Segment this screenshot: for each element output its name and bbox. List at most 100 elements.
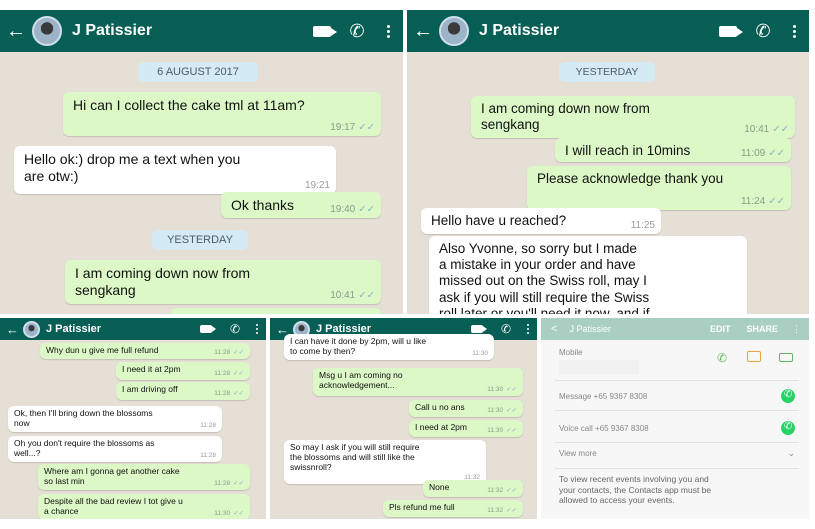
outgoing-message[interactable]: I am coming down now from sengkang 10:41 ✓… (471, 96, 795, 138)
outgoing-message[interactable]: Hi can I collect the cake tml at 11am? 19… (63, 92, 381, 136)
video-call-icon[interactable] (309, 25, 341, 37)
date-separator: YESTERDAY (152, 230, 248, 250)
message-time: 11:30 (472, 350, 488, 357)
incoming-message[interactable]: Hello ok:) drop me a text when you are o… (14, 146, 336, 194)
read-ticks-icon: ✓✓ (233, 480, 244, 487)
phone-icon[interactable]: ✆ (493, 322, 519, 336)
outgoing-message[interactable]: Why dun u give me full refund 11:28 ✓✓ (40, 343, 250, 359)
phone-icon[interactable]: ✆ (717, 351, 727, 365)
message-text: Also Yvonne, so sorry but I made a mista… (439, 241, 650, 314)
message-time: 11:30 ✓✓ (214, 510, 244, 517)
avatar[interactable] (439, 16, 469, 46)
share-button[interactable]: SHARE (746, 324, 778, 334)
read-ticks-icon: ✓✓ (506, 386, 517, 393)
voice-call-label: Voice call +65 9367 8308 (559, 423, 649, 433)
contact-name[interactable]: J Patissier (479, 22, 715, 40)
outgoing-message[interactable]: None 11:32 ✓✓ (423, 480, 523, 497)
message-list: I can have it done by 2pm, will u like t… (270, 334, 537, 519)
whatsapp-icon[interactable] (781, 421, 795, 435)
contact-name[interactable]: J Patissier (72, 22, 309, 40)
events-notice: To view recent events involving you and … (559, 474, 712, 506)
avatar[interactable] (23, 320, 40, 338)
outgoing-message[interactable]: I need it at 2pm 11:28 ✓✓ (116, 362, 250, 380)
phone-icon[interactable]: ✆ (747, 21, 779, 42)
read-ticks-icon: ✓✓ (506, 487, 517, 494)
outgoing-message[interactable]: Where am I gonna get another cake so las… (38, 464, 250, 490)
menu-dots-icon[interactable] (373, 24, 403, 38)
outgoing-message[interactable]: Please acknowledge thank you 11:24 ✓✓ (527, 166, 791, 210)
whatsapp-message-row[interactable]: Message +65 9367 8308 (559, 386, 795, 406)
incoming-message[interactable]: So may I ask if you will still require t… (284, 440, 486, 484)
chat-panel-4: ← J Patissier ✆ I can have it done by 2p… (270, 318, 537, 519)
message-text: Oh you don't require the blossoms as wel… (14, 438, 155, 459)
video-call-icon[interactable] (467, 325, 493, 333)
message-time: 11:28 ✓✓ (214, 370, 244, 377)
video-call-icon[interactable] (779, 353, 793, 362)
menu-dots-icon[interactable]: ⋮ (792, 324, 801, 335)
read-ticks-icon: ✓✓ (233, 370, 244, 377)
contact-header: < J Patissier EDIT SHARE ⋮ (541, 318, 809, 340)
outgoing-message[interactable]: Pls refund me full 11:32 ✓✓ (383, 500, 523, 517)
menu-dots-icon[interactable] (519, 324, 537, 334)
menu-dots-icon[interactable] (779, 24, 809, 38)
message-time: 19:40 ✓✓ (330, 204, 375, 215)
message-icon[interactable] (747, 351, 761, 362)
chevron-down-icon[interactable]: ⌄ (787, 448, 795, 459)
menu-dots-icon[interactable] (248, 324, 266, 334)
outgoing-message[interactable]: I am coming down now from sengkang 10:41 ✓… (65, 260, 381, 304)
message-time: 19:17 ✓✓ (330, 122, 375, 133)
incoming-message[interactable]: Also Yvonne, so sorry but I made a mista… (429, 236, 747, 314)
message-text: Hi can I collect the cake tml at 11am? (73, 97, 305, 113)
outgoing-message[interactable]: I need at 2pm 11:30 ✓✓ (409, 420, 523, 437)
divider (555, 442, 799, 443)
message-text: I can have it done by 2pm, will u like t… (290, 336, 427, 357)
message-text: Hello ok:) drop me a text when you are o… (24, 151, 241, 184)
message-time: 11:09 ✓✓ (740, 148, 785, 159)
message-text: Please acknowledge thank you (537, 171, 724, 186)
date-separator: YESTERDAY (559, 62, 655, 82)
outgoing-message[interactable]: I am driving off 11:28 ✓✓ (116, 382, 250, 400)
back-arrow-icon[interactable]: ← (6, 20, 26, 43)
read-ticks-icon: ✓✓ (233, 390, 244, 397)
outgoing-message[interactable]: Msg u I am coming no acknowledgement... 1… (313, 368, 523, 396)
whatsapp-voice-row[interactable]: Voice call +65 9367 8308 (559, 418, 795, 438)
message-time: 11:28 ✓✓ (214, 480, 244, 487)
incoming-message[interactable]: Oh you don't require the blossoms as wel… (8, 436, 222, 462)
read-ticks-icon: ✓✓ (506, 427, 517, 434)
video-call-icon[interactable] (715, 25, 747, 37)
date-separator: 6 AUGUST 2017 (138, 62, 258, 82)
outgoing-message[interactable]: I will reach in 10mins 11:09 ✓✓ (555, 138, 791, 162)
message-text: I am coming down now from sengkang (75, 265, 251, 298)
divider (555, 468, 799, 469)
back-arrow-icon[interactable]: ← (413, 20, 433, 43)
outgoing-message[interactable]: Call u no ans 11:30 ✓✓ (409, 400, 523, 417)
chat-panel-3: ← J Patissier ✆ Why dun u give me full r… (0, 318, 266, 519)
phone-icon[interactable]: ✆ (222, 322, 248, 336)
avatar[interactable] (32, 16, 62, 46)
read-ticks-icon: ✓✓ (233, 349, 244, 356)
phone-icon[interactable]: ✆ (341, 21, 373, 42)
incoming-message[interactable]: Ok, then I'll bring down the blossoms no… (8, 406, 222, 432)
mobile-label: Mobile (559, 348, 583, 357)
view-more-row[interactable]: View more ⌄ (559, 446, 795, 460)
read-ticks-icon: ✓✓ (358, 204, 375, 215)
contact-name[interactable]: J Patissier (46, 323, 196, 335)
incoming-message[interactable]: Hello have u reached? 11:25 (421, 208, 661, 234)
outgoing-message[interactable]: I will reach in 10mins (171, 308, 381, 314)
video-call-icon[interactable] (196, 325, 222, 333)
message-text: I am coming down now from sengkang (481, 101, 650, 133)
edit-button[interactable]: EDIT (710, 324, 731, 334)
back-arrow-icon[interactable]: < (551, 323, 557, 335)
chat-panel-2: ← J Patissier ✆ YESTERDAY I am coming dow… (407, 10, 809, 314)
message-label: Message +65 9367 8308 (559, 391, 648, 401)
outgoing-message[interactable]: Ok thanks 19:40 ✓✓ (221, 192, 381, 218)
whatsapp-icon[interactable] (781, 389, 795, 403)
message-time: 11:28 ✓✓ (214, 349, 244, 356)
incoming-message[interactable]: I can have it done by 2pm, will u like t… (284, 334, 494, 360)
outgoing-message[interactable]: Despite all the bad review I tot give u … (38, 494, 250, 519)
message-time: 19:21 (304, 180, 330, 191)
message-time: 11:30 ✓✓ (487, 407, 517, 414)
message-time: 11:28 ✓✓ (214, 390, 244, 397)
view-more-label[interactable]: View more (559, 449, 597, 458)
back-arrow-icon[interactable]: ← (6, 322, 19, 337)
